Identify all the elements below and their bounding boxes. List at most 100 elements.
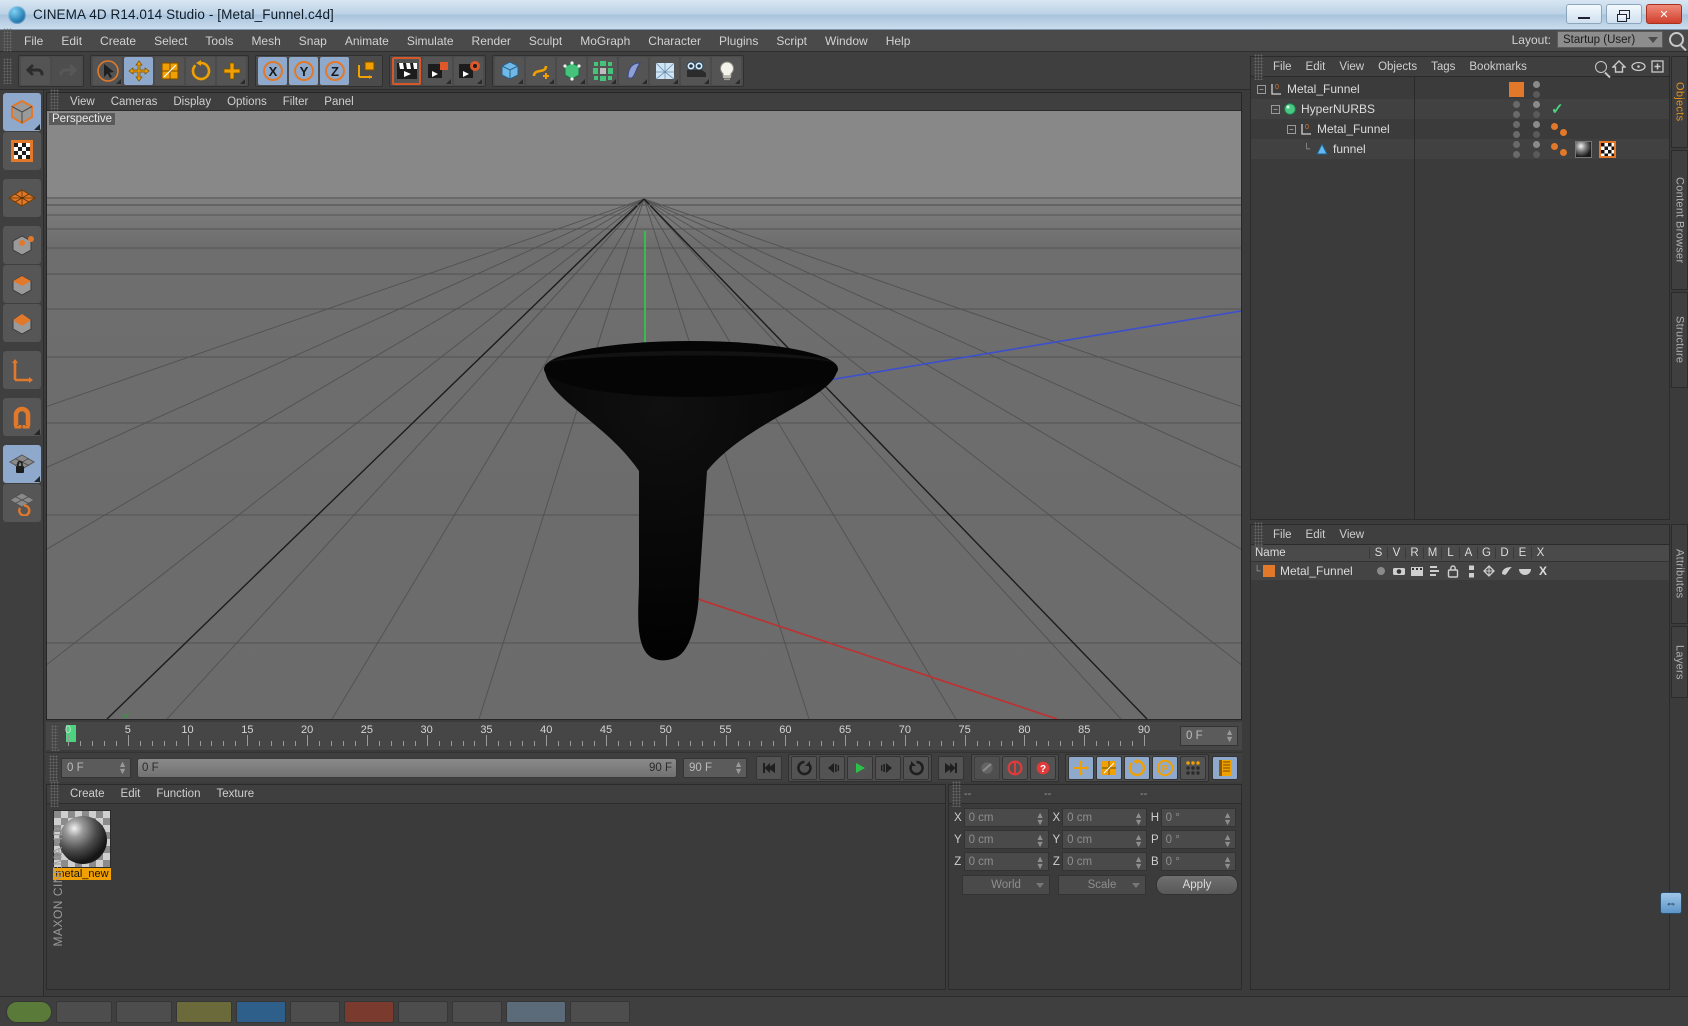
record-keyframe-icon[interactable] [1002, 755, 1028, 780]
dock-tab-objects[interactable]: Objects [1671, 56, 1688, 148]
object-row-hypernurbs[interactable]: − HyperNURBS ✓ [1251, 99, 1669, 119]
menu-mograph[interactable]: MoGraph [571, 32, 639, 50]
coordinates-grip[interactable] [952, 781, 961, 807]
minimize-button[interactable] [1566, 4, 1602, 24]
layer-grip[interactable] [1254, 521, 1263, 548]
coordinate-system-dropdown[interactable]: World [962, 875, 1050, 895]
tag-column[interactable] [1551, 140, 1616, 158]
coord-field-rot-b[interactable]: 0 ° ▲ ▼ [1160, 852, 1237, 871]
x-axis-icon[interactable]: X [258, 56, 287, 85]
menu-tools[interactable]: Tools [196, 32, 242, 50]
material-tag[interactable] [1575, 140, 1592, 158]
menu-simulate[interactable]: Simulate [398, 32, 463, 50]
select-arrow-icon[interactable] [93, 56, 122, 85]
dock-tab-structure[interactable]: Structure [1671, 292, 1688, 388]
key-position-icon[interactable] [1068, 755, 1094, 780]
dock-tab-layers[interactable]: Layers [1671, 626, 1688, 698]
status-item[interactable] [398, 1000, 448, 1023]
status-item[interactable] [344, 1000, 394, 1023]
menu-snap[interactable]: Snap [290, 32, 336, 50]
viewport-menu-view[interactable]: View [62, 95, 103, 109]
xref-icon[interactable]: X [1534, 564, 1552, 578]
layer-col-v[interactable]: V [1387, 547, 1405, 559]
move-icon[interactable] [124, 56, 153, 85]
visibility-dots[interactable] [1513, 100, 1520, 118]
material-list[interactable]: metal_new [47, 804, 945, 886]
visibility-dots[interactable] [1513, 120, 1520, 138]
expander-icon[interactable]: − [1271, 104, 1280, 114]
object-grip[interactable] [1254, 53, 1263, 80]
key-parameter-icon[interactable]: P [1152, 755, 1178, 780]
render-region-icon[interactable] [423, 56, 452, 85]
menu-create[interactable]: Create [91, 32, 145, 50]
spinner-icon[interactable]: ▲ ▼ [1134, 811, 1143, 827]
object-menu-objects[interactable]: Objects [1371, 60, 1424, 74]
check-icon[interactable]: ✓ [1551, 100, 1564, 118]
view-icon[interactable] [1390, 566, 1408, 577]
render-icon[interactable] [1408, 566, 1426, 577]
menu-script[interactable]: Script [767, 32, 816, 50]
current-frame-field[interactable]: 0 F ▲ ▼ [1180, 726, 1238, 746]
menu-character[interactable]: Character [639, 32, 710, 50]
coordinate-mode-dropdown[interactable]: Scale [1058, 875, 1146, 895]
object-manager-column-splitter[interactable] [1414, 76, 1415, 520]
coord-field-pos-z[interactable]: 0 cm ▲ ▼ [963, 852, 1049, 871]
timeline-ruler[interactable]: 0 5 10 15 20 25 30 35 40 45 50 55 60 65 70 75 80 85 90 [58, 723, 1176, 749]
layer-col-d[interactable]: D [1495, 547, 1513, 559]
redo-icon[interactable] [52, 56, 81, 85]
expander-icon[interactable]: − [1287, 124, 1296, 134]
coord-field-rot-h[interactable]: 0 ° ▲ ▼ [1160, 808, 1237, 827]
object-menu-file[interactable]: File [1266, 60, 1299, 74]
expand-arrow-icon[interactable]: ⇔ [1660, 892, 1682, 914]
timeline-range-slider[interactable]: 0 F 90 F [137, 757, 677, 778]
viewport-menu-display[interactable]: Display [165, 95, 219, 109]
axis-modify-icon[interactable] [3, 351, 41, 389]
layer-col-g[interactable]: G [1477, 547, 1495, 559]
spinner-icon[interactable]: ▲ ▼ [1225, 728, 1234, 744]
coord-field-size-y[interactable]: 0 cm ▲ ▼ [1062, 830, 1148, 849]
layer-col-s[interactable]: S [1369, 547, 1387, 559]
restore-button[interactable] [1606, 4, 1642, 24]
spline-icon[interactable] [526, 56, 555, 85]
world-coordinate-icon[interactable] [351, 57, 380, 85]
spinner-icon[interactable]: ▲ ▼ [1134, 855, 1143, 871]
environment-icon[interactable] [650, 56, 679, 85]
light-icon[interactable] [712, 56, 741, 85]
object-menu-tags[interactable]: Tags [1424, 60, 1462, 74]
viewport-3d[interactable]: Perspective Y [47, 111, 1241, 719]
transport-grip[interactable] [49, 754, 58, 781]
status-item[interactable] [56, 1000, 112, 1023]
menu-select[interactable]: Select [145, 32, 196, 50]
status-item[interactable] [506, 1000, 566, 1023]
render-settings-icon[interactable] [454, 56, 483, 85]
toolbar-grip[interactable] [3, 57, 12, 84]
visibility-dots[interactable] [1533, 80, 1540, 98]
layer-col-x[interactable]: X [1531, 547, 1549, 559]
object-menu-edit[interactable]: Edit [1299, 60, 1333, 74]
end-frame-field[interactable]: 90 F ▲ ▼ [683, 757, 747, 778]
coord-field-rot-p[interactable]: 0 ° ▲ ▼ [1160, 830, 1237, 849]
texture-mode-icon[interactable] [3, 132, 41, 170]
layer-col-l[interactable]: L [1441, 547, 1459, 559]
layer-menu-edit[interactable]: Edit [1299, 528, 1333, 542]
y-axis-icon[interactable]: Y [289, 56, 318, 85]
spinner-icon[interactable]: ▲ ▼ [1036, 811, 1045, 827]
keyframe-help-icon[interactable]: ? [1030, 755, 1056, 780]
object-tree[interactable]: − 0 Metal_Funnel − HyperNURBS ✓ − 0 Meta… [1251, 77, 1669, 159]
menu-help[interactable]: Help [877, 32, 920, 50]
solo-dot-icon[interactable] [1372, 567, 1390, 575]
viewport-menu-panel[interactable]: Panel [316, 95, 361, 109]
status-item[interactable] [452, 1000, 502, 1023]
polygons-select-icon[interactable] [3, 304, 41, 342]
undo-icon[interactable] [21, 56, 50, 85]
tag-column[interactable] [1551, 122, 1567, 136]
viewport-menu-filter[interactable]: Filter [275, 95, 317, 109]
play-reverse-loop-icon[interactable] [791, 755, 817, 780]
deformer-icon[interactable] [619, 56, 648, 85]
window-controls[interactable]: ✕ [1566, 4, 1682, 24]
layer-col-e[interactable]: E [1513, 547, 1531, 559]
spinner-icon[interactable]: ▲ ▼ [1036, 833, 1045, 849]
status-item[interactable] [176, 1000, 232, 1023]
viewport-menu-cameras[interactable]: Cameras [103, 95, 166, 109]
material-menu-texture[interactable]: Texture [208, 787, 262, 801]
